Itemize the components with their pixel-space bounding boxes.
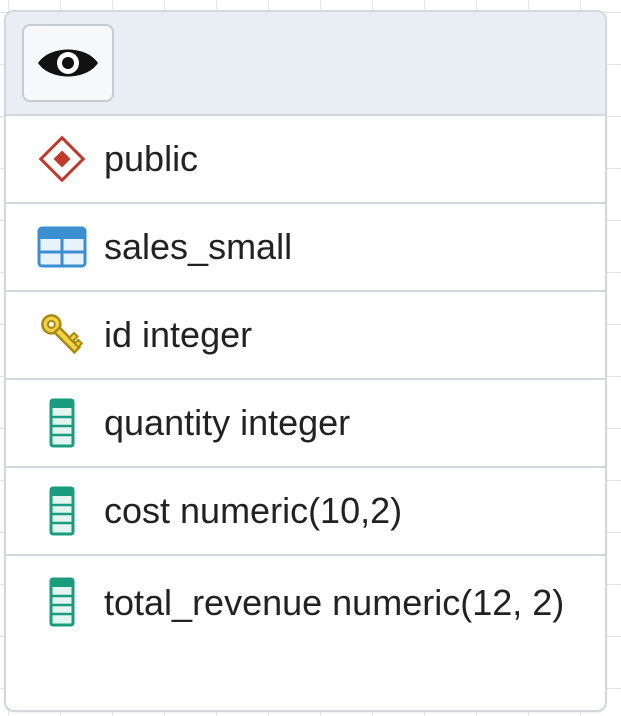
erd-table-node[interactable]: public sales_small id integer quantity i…	[4, 10, 607, 712]
column-icon	[36, 576, 88, 628]
column-label: cost numeric(10,2)	[104, 490, 403, 531]
schema-name: public	[104, 138, 199, 179]
column-label: id integer	[104, 314, 253, 355]
column-row-quantity: quantity integer	[6, 380, 605, 468]
column-icon	[36, 485, 88, 537]
schema-row: public	[6, 116, 605, 204]
column-label: total_revenue numeric(12, 2)	[104, 582, 565, 623]
table-name: sales_small	[104, 226, 293, 267]
table-name-row: sales_small	[6, 204, 605, 292]
column-row-id: id integer	[6, 292, 605, 380]
column-icon	[36, 397, 88, 449]
column-row-cost: cost numeric(10,2)	[6, 468, 605, 556]
column-row-total-revenue: total_revenue numeric(12, 2)	[6, 556, 605, 710]
schema-icon	[36, 133, 88, 185]
column-label: quantity integer	[104, 402, 351, 443]
eye-icon	[38, 49, 98, 77]
primary-key-icon	[36, 309, 88, 361]
table-node-header	[6, 12, 605, 116]
table-icon	[36, 221, 88, 273]
view-details-button[interactable]	[22, 24, 114, 102]
